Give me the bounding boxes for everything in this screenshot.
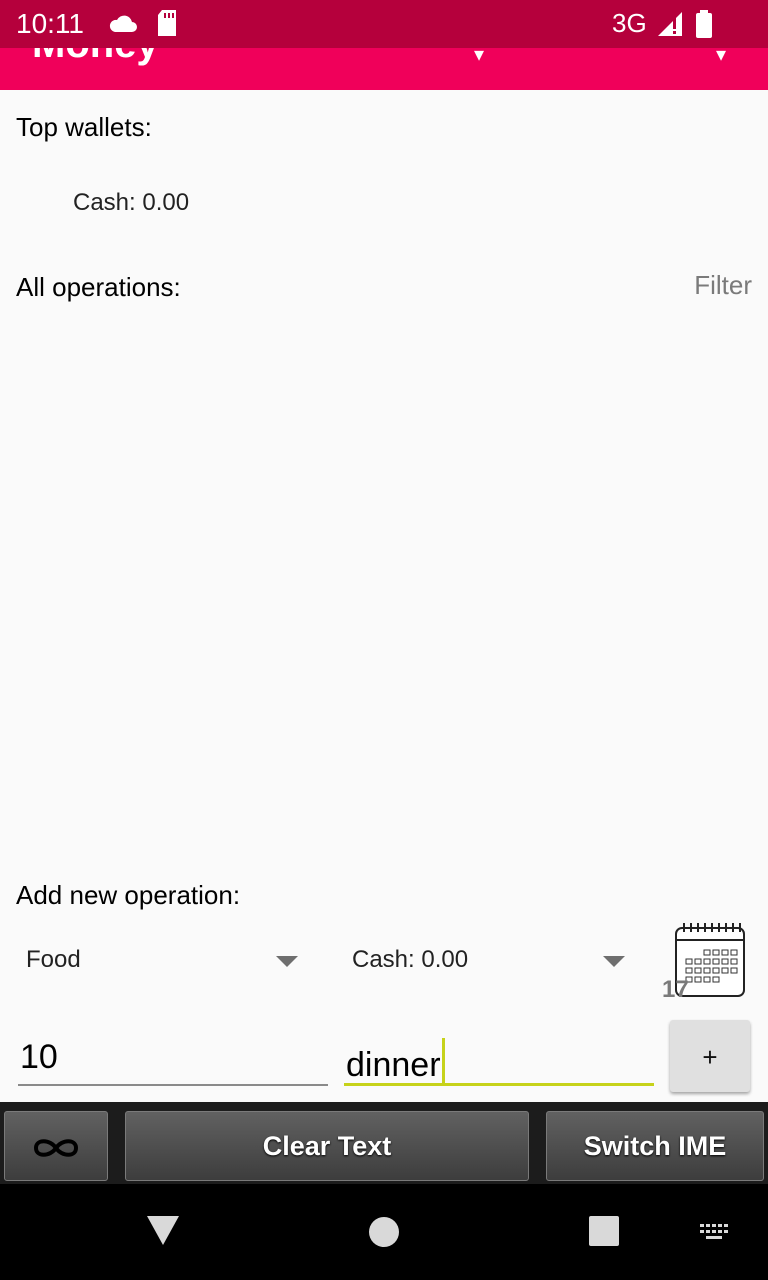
chevron-down-icon — [276, 956, 298, 967]
overflow-icon[interactable]: ▾ — [716, 48, 726, 67]
app-title: Money — [32, 48, 159, 67]
amount-value: 10 — [20, 1038, 58, 1076]
category-spinner[interactable]: Food — [26, 940, 302, 984]
all-operations-heading: All operations: — [16, 272, 181, 302]
amount-field[interactable]: 10 — [18, 1030, 328, 1086]
cloud-icon — [108, 10, 138, 41]
status-time: 10:11 — [16, 8, 84, 39]
top-wallets-heading: Top wallets: — [16, 112, 152, 142]
battery-icon — [694, 10, 714, 43]
navigation-bar — [0, 1184, 768, 1280]
signal-icon — [656, 10, 684, 41]
infinity-icon — [31, 1131, 81, 1161]
text-cursor — [441, 1038, 445, 1086]
dropdown-icon[interactable]: ▾ — [474, 48, 484, 67]
filter-button[interactable]: Filter — [694, 270, 752, 301]
recents-icon[interactable] — [589, 1216, 619, 1251]
note-field[interactable]: dinner — [344, 1030, 654, 1086]
infinity-button[interactable] — [4, 1111, 108, 1181]
note-value: dinner — [346, 1046, 441, 1084]
wallet-spinner[interactable]: Cash: 0.00 — [352, 940, 628, 984]
keyboard-icon[interactable] — [698, 1222, 732, 1247]
field-underline — [18, 1084, 328, 1086]
operations-list — [0, 310, 768, 870]
wallet-item[interactable]: Cash: 0.00 — [73, 189, 189, 217]
app-bar: Money ▾ ▾ — [0, 48, 768, 90]
wallet-selected: Cash: 0.00 — [352, 946, 469, 973]
add-operation-heading: Add new operation: — [16, 880, 241, 910]
sd-card-icon — [156, 10, 178, 41]
category-selected: Food — [26, 946, 81, 973]
status-bar: 10:11 3G — [0, 0, 768, 48]
back-icon[interactable] — [146, 1214, 180, 1251]
note-value-wrap: dinner — [346, 1038, 445, 1086]
add-operation-button[interactable]: + — [670, 1020, 750, 1092]
network-type: 3G — [612, 8, 647, 38]
switch-ime-button[interactable]: Switch IME — [546, 1111, 764, 1181]
home-icon[interactable] — [368, 1216, 400, 1253]
keyboard-helper-bar: Clear Text Switch IME — [0, 1102, 768, 1184]
calendar-day: 17 — [662, 976, 689, 1003]
chevron-down-icon — [603, 956, 625, 967]
field-underline — [344, 1083, 654, 1086]
clear-text-button[interactable]: Clear Text — [125, 1111, 529, 1181]
